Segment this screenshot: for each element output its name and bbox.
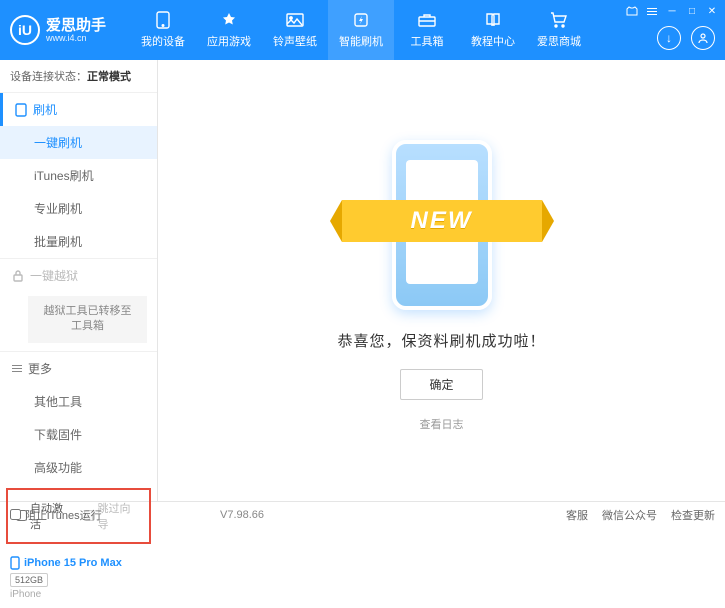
success-illustration: NEW bbox=[342, 130, 542, 310]
window-controls: ─ □ ✕ bbox=[625, 4, 719, 18]
sidebar-item-advanced[interactable]: 高级功能 bbox=[0, 451, 157, 484]
phone-tiny-icon bbox=[10, 556, 20, 570]
top-nav: 我的设备 应用游戏 铃声壁纸 智能刷机 工具箱 教程中心 爱思商城 bbox=[130, 0, 592, 60]
skin-icon[interactable] bbox=[625, 4, 639, 18]
app-url: www.i4.cn bbox=[46, 33, 106, 43]
sidebar-item-oneclick-flash[interactable]: 一键刷机 bbox=[0, 126, 157, 159]
apps-icon bbox=[219, 11, 239, 29]
nav-smart-flash[interactable]: 智能刷机 bbox=[328, 0, 394, 60]
footer-link-wechat[interactable]: 微信公众号 bbox=[602, 507, 657, 523]
menu-icon[interactable] bbox=[645, 4, 659, 18]
app-title: 爱思助手 bbox=[46, 18, 106, 33]
nav-toolbox[interactable]: 工具箱 bbox=[394, 0, 460, 60]
jailbreak-note: 越狱工具已转移至 工具箱 bbox=[28, 296, 147, 343]
download-button[interactable]: ↓ bbox=[657, 26, 681, 50]
version-label: V7.98.66 bbox=[220, 509, 264, 521]
new-badge: NEW bbox=[342, 200, 542, 242]
device-storage: 512GB bbox=[10, 573, 48, 587]
lock-icon bbox=[12, 270, 24, 282]
logo-area: iU 爱思助手 www.i4.cn bbox=[10, 15, 130, 45]
sidebar-group-jailbreak[interactable]: 一键越狱 bbox=[0, 259, 157, 292]
sidebar-item-other-tools[interactable]: 其他工具 bbox=[0, 385, 157, 418]
cart-icon bbox=[549, 11, 569, 29]
nav-store[interactable]: 爱思商城 bbox=[526, 0, 592, 60]
block-itunes-checkbox[interactable]: 阻止iTunes运行 bbox=[10, 507, 102, 523]
nav-apps[interactable]: 应用游戏 bbox=[196, 0, 262, 60]
sidebar-item-download-firmware[interactable]: 下载固件 bbox=[0, 418, 157, 451]
main-content: NEW 恭喜您，保资料刷机成功啦！ 确定 查看日志 bbox=[158, 60, 725, 501]
sidebar-group-flash[interactable]: 刷机 bbox=[0, 93, 157, 126]
menu-small-icon bbox=[12, 365, 22, 372]
footer-link-update[interactable]: 检查更新 bbox=[671, 507, 715, 523]
device-info: iPhone 15 Pro Max 512GB iPhone bbox=[0, 548, 157, 608]
app-header: iU 爱思助手 www.i4.cn 我的设备 应用游戏 铃声壁纸 智能刷机 工具… bbox=[0, 0, 725, 60]
nav-my-device[interactable]: 我的设备 bbox=[130, 0, 196, 60]
ok-button[interactable]: 确定 bbox=[400, 369, 482, 400]
success-message: 恭喜您，保资料刷机成功啦！ bbox=[337, 330, 545, 351]
nav-ringtones[interactable]: 铃声壁纸 bbox=[262, 0, 328, 60]
device-status: 设备连接状态：正常模式 bbox=[0, 60, 157, 93]
book-icon bbox=[483, 11, 503, 29]
sidebar-item-batch-flash[interactable]: 批量刷机 bbox=[0, 225, 157, 258]
maximize-icon[interactable]: □ bbox=[685, 4, 699, 18]
flash-icon bbox=[351, 11, 371, 29]
logo-icon: iU bbox=[10, 15, 40, 45]
user-button[interactable] bbox=[691, 26, 715, 50]
sidebar-item-pro-flash[interactable]: 专业刷机 bbox=[0, 192, 157, 225]
nav-tutorials[interactable]: 教程中心 bbox=[460, 0, 526, 60]
footer-link-support[interactable]: 客服 bbox=[566, 507, 588, 523]
phone-icon bbox=[153, 11, 173, 29]
device-name[interactable]: iPhone 15 Pro Max bbox=[10, 556, 147, 570]
sidebar-group-more[interactable]: 更多 bbox=[0, 352, 157, 385]
close-icon[interactable]: ✕ bbox=[705, 4, 719, 18]
device-type: iPhone bbox=[10, 589, 147, 600]
sidebar-item-itunes-flash[interactable]: iTunes刷机 bbox=[0, 159, 157, 192]
minimize-icon[interactable]: ─ bbox=[665, 4, 679, 18]
view-log-link[interactable]: 查看日志 bbox=[420, 416, 464, 432]
phone-small-icon bbox=[15, 103, 27, 117]
sidebar: 设备连接状态：正常模式 刷机 一键刷机 iTunes刷机 专业刷机 批量刷机 一… bbox=[0, 60, 158, 501]
toolbox-icon bbox=[417, 11, 437, 29]
image-icon bbox=[285, 11, 305, 29]
